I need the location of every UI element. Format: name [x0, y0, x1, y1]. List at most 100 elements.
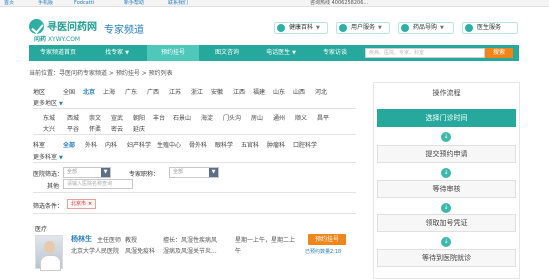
- region-option[interactable]: 山东: [273, 87, 285, 96]
- doctor-name[interactable]: 杨林生: [71, 234, 92, 244]
- dept-option[interactable]: 口腔科学: [293, 140, 317, 149]
- district-option[interactable]: 延庆: [133, 124, 145, 133]
- district-option[interactable]: 大兴: [43, 124, 55, 133]
- region-option[interactable]: 河北: [315, 87, 327, 96]
- district-option[interactable]: 昌平: [317, 113, 329, 122]
- more-depts-label: 更多科室: [33, 154, 58, 161]
- step-wait-review: 等待审核: [377, 180, 516, 198]
- title-select[interactable]: 全部 ▼: [169, 167, 219, 178]
- close-icon[interactable]: ×: [88, 201, 92, 207]
- dept-option[interactable]: 肿瘤科: [267, 140, 285, 149]
- doctor-icon: [465, 24, 473, 32]
- nav-item-appointment[interactable]: 预约挂号: [147, 45, 199, 61]
- district-option[interactable]: 丰台: [153, 113, 165, 122]
- chevron-down-icon: ▼: [378, 25, 382, 31]
- district-option[interactable]: 宣武: [111, 113, 123, 122]
- district-option[interactable]: 怀柔: [89, 124, 101, 133]
- nav-item-phone-doctor[interactable]: 电话医生 ▼: [255, 45, 307, 61]
- selected-tag[interactable]: 北京市 ×: [67, 199, 97, 209]
- district-option[interactable]: 崇文: [89, 113, 101, 122]
- topbar-link-contact[interactable]: 联系我们: [168, 0, 188, 7]
- dept-option[interactable]: 五官科: [241, 140, 259, 149]
- district-option[interactable]: 房山: [251, 113, 263, 122]
- process-title: 操作流程: [432, 89, 461, 97]
- region-option[interactable]: 广东: [125, 87, 137, 96]
- nav-item-home[interactable]: 专家频道首页: [29, 45, 87, 61]
- nav-item-consult[interactable]: 图文咨询: [201, 45, 253, 61]
- search-button[interactable]: 搜索: [485, 48, 513, 58]
- dept-option[interactable]: 内科: [105, 140, 117, 149]
- topbar-link-app[interactable]: Fodcatti: [74, 0, 94, 7]
- region-option[interactable]: 福建: [253, 87, 265, 96]
- topbar-link-mobile[interactable]: 手机版: [38, 0, 53, 7]
- search-input[interactable]: 疾病、医院、专家、科室: [365, 48, 485, 58]
- nav-item-find-expert[interactable]: 找专家 ▼: [91, 45, 143, 61]
- logo-domain: 问药 XYWY.COM: [34, 34, 80, 43]
- user-service-label: 用户服务: [351, 24, 376, 31]
- dept-option[interactable]: 眼科学: [215, 140, 233, 149]
- district-option[interactable]: 顺义: [295, 113, 307, 122]
- doctor-title: 主任医师: [97, 237, 122, 244]
- dept-option[interactable]: 生殖中心: [157, 140, 181, 149]
- hospital-select-value: 全部: [67, 169, 78, 175]
- district-option[interactable]: 朝阳: [133, 113, 145, 122]
- logo-domain-prefix: 问药: [34, 36, 47, 43]
- doctor-section-label: 医疗: [35, 226, 48, 233]
- arrow-down-icon: ↓: [441, 203, 451, 213]
- district-option[interactable]: 门头沟: [223, 113, 241, 122]
- divider: [33, 192, 356, 193]
- doctor-service-button[interactable]: 医生服务: [462, 22, 518, 34]
- region-option[interactable]: 浙江: [191, 87, 203, 96]
- district-option[interactable]: 密云: [111, 124, 123, 133]
- district-option[interactable]: 西城: [67, 113, 79, 122]
- doctor-card: 医疗 杨林生 主任医师 教授 北京大学人民医院 风湿免疫科 擅长：风湿性疾病风 …: [29, 224, 356, 279]
- dept-label: 科室: [33, 142, 46, 149]
- doctor-hospital[interactable]: 北京大学人民医院: [71, 246, 119, 255]
- region-option[interactable]: 上海: [103, 87, 115, 96]
- divider: [33, 213, 356, 214]
- title-filter-label: 专家职称：: [129, 171, 160, 178]
- step-get-voucher: 领取加号凭证: [377, 214, 516, 232]
- doctor-dept: 风湿免疫科: [125, 248, 156, 255]
- district-option[interactable]: 平谷: [67, 124, 79, 133]
- hospital-search-input[interactable]: 请输入医院名称查询: [63, 179, 133, 189]
- step-visit-hospital: 等待到医院就诊: [377, 249, 516, 267]
- district-option[interactable]: 石景山: [173, 113, 191, 122]
- logo-name[interactable]: 寻医问药网: [47, 18, 97, 33]
- topbar-link-home[interactable]: 首页: [4, 0, 14, 7]
- more-regions-label: 更多地区: [33, 100, 58, 107]
- region-option[interactable]: 山西: [293, 87, 305, 96]
- region-option-selected[interactable]: 北京: [83, 87, 95, 96]
- region-option[interactable]: 广西: [147, 87, 159, 96]
- topbar-link-help[interactable]: 新手帮助: [124, 0, 144, 7]
- nav-item-interview[interactable]: 专家访谈: [309, 45, 361, 61]
- district-option[interactable]: 海淀: [201, 113, 213, 122]
- more-regions-toggle[interactable]: 更多地区 ▼: [33, 98, 63, 107]
- selected-tag-label: 北京市: [71, 201, 87, 207]
- title-select-value: 全部: [173, 169, 184, 175]
- dept-option-selected[interactable]: 全部: [63, 140, 75, 149]
- dept-option[interactable]: 妇产科学: [127, 140, 151, 149]
- district-option[interactable]: 东城: [43, 113, 55, 122]
- dept-option[interactable]: 骨外科: [189, 140, 207, 149]
- avatar[interactable]: [35, 235, 63, 271]
- divider: [33, 108, 356, 109]
- health-wiki-button[interactable]: 健康百科 ▼: [274, 22, 328, 34]
- region-option[interactable]: 江苏: [169, 87, 181, 96]
- main-nav: 专家频道首页 找专家 ▼ 预约挂号 图文咨询 电话医生 ▼ 专家访谈 疾病、医院、专…: [29, 45, 519, 61]
- dept-option[interactable]: 外科: [85, 140, 97, 149]
- health-icon: [277, 24, 285, 32]
- health-wiki-label: 健康百科: [289, 24, 314, 31]
- drug-guide-button[interactable]: 药品导购 ▼: [398, 22, 454, 34]
- district-option[interactable]: 通州: [273, 113, 285, 122]
- region-option[interactable]: 全国: [63, 87, 75, 96]
- hospital-select[interactable]: 全部 ▼: [63, 167, 111, 178]
- region-option[interactable]: 江西: [233, 87, 245, 96]
- user-service-button[interactable]: 用户服务 ▼: [336, 22, 390, 34]
- more-depts-toggle[interactable]: 更多科室 ▼: [33, 152, 63, 161]
- logo-icon[interactable]: [29, 19, 44, 34]
- process-sidebar: 操作流程 选择门诊时间 ↓ 提交预约申请 ↓ 等待审核 ↓ 领取加号凭证 ↓ 等…: [373, 82, 520, 279]
- region-option[interactable]: 安徽: [211, 87, 223, 96]
- book-appointment-button[interactable]: 预约挂号: [308, 234, 346, 245]
- step-select-time: 选择门诊时间: [377, 109, 516, 127]
